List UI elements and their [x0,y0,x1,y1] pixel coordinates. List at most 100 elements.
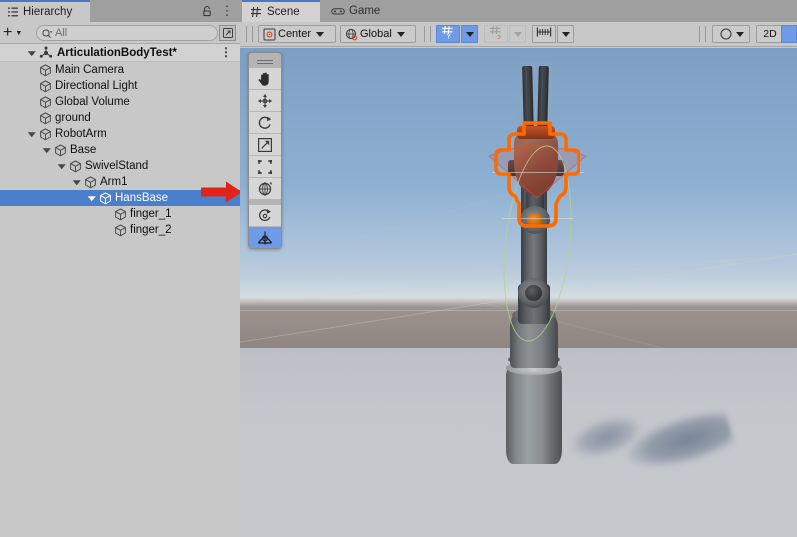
hierarchy-tree: ArticulationBodyTest* ⋮ Main Camera Direc… [0,44,240,537]
move-tool-button[interactable] [249,89,281,111]
view-2d-label: 2D [763,28,777,40]
tab-hierarchy[interactable]: Hierarchy [0,0,90,22]
rect-transform-tool-button[interactable] [249,155,281,177]
ruler-snap-dropdown[interactable] [557,25,574,43]
robot-arm-object[interactable] [240,48,797,537]
grid-snap-toggle[interactable]: Y [436,25,460,43]
scale-icon [257,137,273,153]
articulation-joint-icon [257,230,273,246]
rotate-icon [257,115,273,131]
hierarchy-item-label: Arm1 [100,176,128,188]
tab-hierarchy-label: Hierarchy [23,6,73,18]
scene-view-panel: Scene Game Center Global Y 2D [240,0,797,537]
increment-snap-icon [489,25,504,44]
chevron-down-icon[interactable] [87,196,96,202]
scene-root-label: ArticulationBodyTest* [57,46,177,59]
hierarchy-item-finger-1[interactable]: finger_1 [0,206,240,222]
articulation-joint-tool-button[interactable] [249,226,281,248]
hierarchy-search-placeholder: All [55,27,68,39]
handle-space-dropdown[interactable]: Global [340,25,416,43]
chevron-down-icon [513,31,522,37]
hierarchy-menu-icon[interactable]: ⋮ [220,3,234,19]
chevron-down-icon[interactable] [27,50,36,56]
hierarchy-item-swivelstand[interactable]: SwivelStand [0,158,240,174]
hierarchy-item-robotarm[interactable]: RobotArm [0,126,240,142]
chevron-down-icon[interactable] [57,164,66,170]
chevron-down-icon[interactable] [27,132,36,138]
scene-root-menu-icon[interactable]: ⋮ [220,44,232,60]
hierarchy-item-ground[interactable]: ground [0,110,240,126]
chevron-down-icon [396,31,405,37]
move-arrows-icon [257,93,273,109]
pivot-mode-label: Center [278,28,312,40]
ruler-snap-icon [536,25,552,43]
scene-grid-icon [249,6,263,19]
increment-snap-toggle[interactable] [484,25,508,43]
rect-transform-icon [257,159,273,175]
globe-icon [344,27,359,41]
gameobject-cube-icon [38,95,52,109]
toolbar-divider [699,26,706,42]
scale-tool-button[interactable] [249,133,281,155]
hand-icon [257,71,273,87]
grid-snap-dropdown[interactable] [461,25,478,43]
handle-space-label: Global [360,28,392,40]
tab-scene-label: Scene [267,6,300,18]
increment-snap-dropdown[interactable] [509,25,526,43]
hierarchy-scene-root[interactable]: ArticulationBodyTest* ⋮ [0,44,240,62]
hierarchy-item-list: Main Camera Directional Light Global Volum… [0,62,240,238]
scene-viewport[interactable] [240,48,797,537]
hierarchy-panel: Hierarchy ⋮ + ▼ All ArticulationBodyTest… [0,0,242,537]
chevron-down-icon[interactable] [72,180,81,186]
transform-tool-button[interactable] [249,177,281,199]
gameobject-cube-icon [113,223,127,237]
selection-outline [494,121,580,228]
hierarchy-item-label: RobotArm [55,128,107,140]
hierarchy-item-label: HansBase [115,192,169,204]
scene-view-toolbar: Center Global Y 2D [240,22,797,47]
expand-window-icon[interactable] [219,25,236,41]
hierarchy-item-directional-light[interactable]: Directional Light [0,78,240,94]
toolbar-divider [424,26,431,42]
hierarchy-item-base[interactable]: Base [0,142,240,158]
hierarchy-item-hansbase[interactable]: HansBase [0,190,240,206]
rotate-tool-button[interactable] [249,111,281,133]
toolbar-divider [246,26,253,42]
gameobject-cube-icon [98,191,112,205]
tab-scene[interactable]: Scene [242,0,320,22]
gameobject-cube-icon [38,127,52,141]
hierarchy-item-label: Global Volume [55,96,130,108]
hierarchy-item-label: Base [70,144,97,156]
hierarchy-item-label: ground [55,112,91,124]
robot-base-lower [506,366,562,464]
gameobject-cube-icon [113,207,127,221]
chevron-down-icon: ▼ [15,29,23,37]
chevron-down-icon [736,31,744,37]
chevron-down-icon[interactable] [42,148,51,154]
custom-editor-tool-button[interactable] [249,204,281,226]
custom-tool-icon [257,208,273,224]
hierarchy-item-finger-2[interactable]: finger_2 [0,222,240,238]
gameobject-cube-icon [68,159,82,173]
chevron-down-icon [465,31,474,37]
pivot-mode-dropdown[interactable]: Center [258,25,336,43]
hierarchy-item-arm1[interactable]: Arm1 [0,174,240,190]
lock-icon[interactable] [200,4,214,18]
scene-lighting-dropdown[interactable] [712,25,750,43]
add-gameobject-button[interactable]: + ▼ [3,24,31,42]
hand-tool-button[interactable] [249,67,281,89]
scene-tool-palette [248,52,282,249]
ruler-snap-toggle[interactable] [532,25,556,43]
view-2d-toggle[interactable]: 2D [756,25,784,43]
transform-icon [257,181,273,197]
unity-editor-window: Hierarchy ⋮ + ▼ All ArticulationBodyTest… [0,0,797,537]
drag-handle-icon[interactable] [249,53,281,67]
hierarchy-item-global-volume[interactable]: Global Volume [0,94,240,110]
hierarchy-item-main-camera[interactable]: Main Camera [0,62,240,78]
hierarchy-item-label: SwivelStand [85,160,149,172]
hierarchy-search-input[interactable]: All [36,25,218,41]
tab-game[interactable]: Game [324,0,389,22]
scene-audio-toggle[interactable] [781,25,797,43]
hierarchy-icon [6,6,19,19]
hierarchy-item-label: Main Camera [55,64,125,76]
